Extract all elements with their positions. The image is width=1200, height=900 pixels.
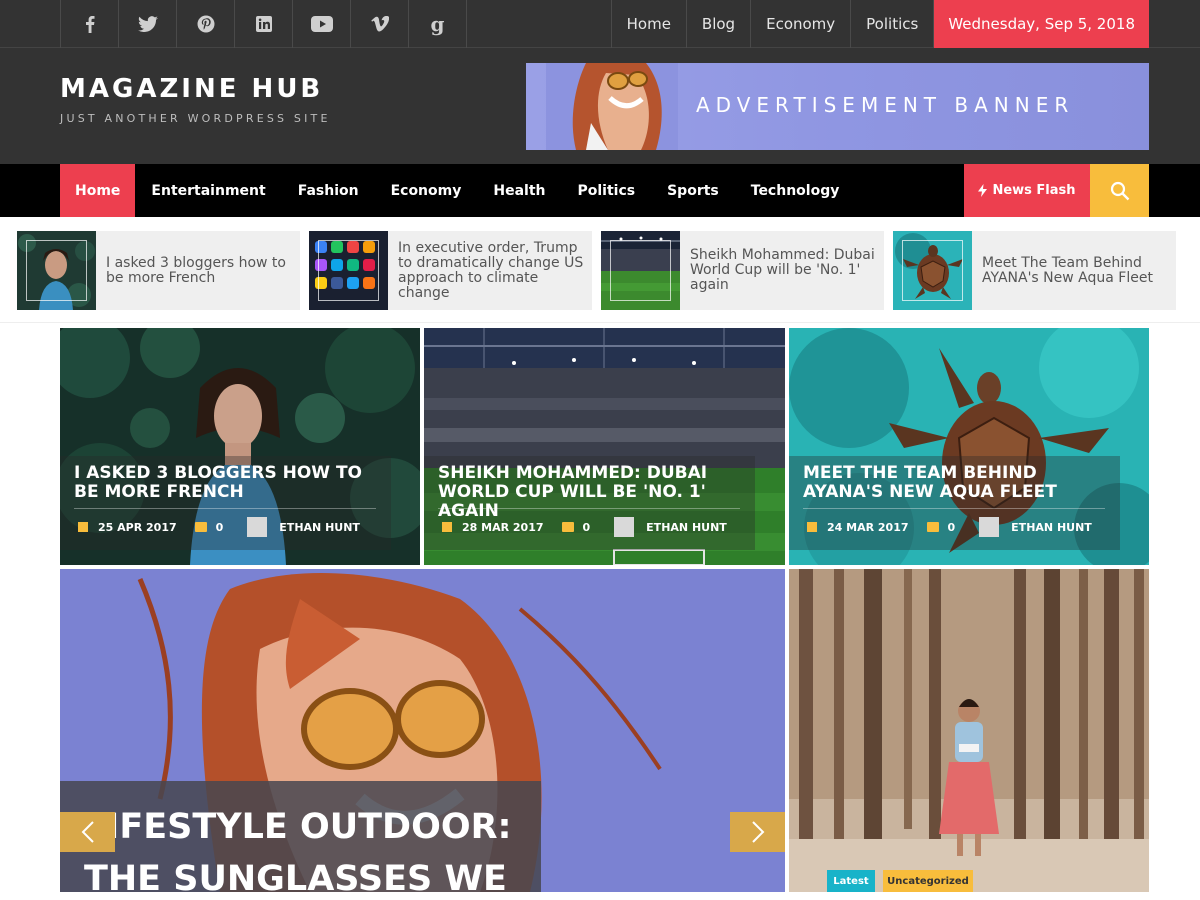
post-date: 28 MAR 2017 (462, 520, 544, 534)
nav-item-health[interactable]: Health (477, 164, 561, 217)
avatar (979, 517, 1000, 537)
top-bar: g Home Blog Economy Politics Wednesday, … (0, 0, 1200, 48)
site-title[interactable]: MAGAZINE HUB (60, 74, 323, 104)
post-author[interactable]: ETHAN HUNT (646, 521, 727, 534)
calendar-icon (442, 522, 452, 532)
nav-item-technology[interactable]: Technology (735, 164, 856, 217)
slider-prev-button[interactable] (60, 812, 115, 852)
news-flash-label: News Flash (992, 183, 1076, 198)
calendar-icon (78, 522, 88, 532)
chevron-left-icon (81, 821, 94, 843)
news-flash-button[interactable]: News Flash (964, 164, 1090, 217)
post-title[interactable]: SHEIKH MOHAMMED: DUBAI WORLD CUP WILL BE… (438, 464, 738, 521)
ticker-title: I asked 3 bloggers how to be more French (106, 254, 286, 286)
top-link-blog[interactable]: Blog (687, 0, 752, 48)
ticker-thumbnail (601, 231, 680, 310)
post-caption: MEET THE TEAM BEHIND AYANA'S NEW AQUA FL… (789, 456, 1120, 550)
news-ticker: I asked 3 bloggers how to be more French… (0, 217, 1200, 323)
ticker-item[interactable]: In executive order, Trump to dramaticall… (309, 231, 592, 310)
slider-next-button[interactable] (730, 812, 785, 852)
featured-post-2[interactable]: SHEIKH MOHAMMED: DUBAI WORLD CUP WILL BE… (424, 328, 785, 565)
current-date: Wednesday, Sep 5, 2018 (934, 0, 1149, 48)
linkedin-icon[interactable] (235, 0, 293, 48)
side-post[interactable]: Latest Uncategorized (789, 569, 1149, 892)
banner-text: ADVERTISEMENT BANNER (696, 93, 1075, 117)
nav-item-home[interactable]: Home (60, 164, 136, 217)
advertisement-banner[interactable]: ADVERTISEMENT BANNER (526, 63, 1149, 150)
post-caption: SHEIKH MOHAMMED: DUBAI WORLD CUP WILL BE… (424, 456, 755, 550)
comments-icon (926, 522, 939, 532)
nav-item-entertainment[interactable]: Entertainment (135, 164, 281, 217)
ticker-item[interactable]: Meet The Team Behind AYANA's New Aqua Fl… (893, 231, 1176, 310)
comments-icon (194, 522, 207, 532)
post-title[interactable]: MEET THE TEAM BEHIND AYANA'S NEW AQUA FL… (803, 464, 1103, 502)
featured-post-1[interactable]: I ASKED 3 BLOGGERS HOW TO BE MORE FRENCH… (60, 328, 420, 565)
nav-item-sports[interactable]: Sports (651, 164, 735, 217)
lightning-icon (978, 184, 988, 197)
ticker-thumbnail (893, 231, 972, 310)
ticker-title: Meet The Team Behind AYANA's New Aqua Fl… (982, 254, 1153, 286)
comment-count[interactable]: 0 (583, 521, 591, 534)
avatar (247, 517, 268, 537)
side-image-woman-forest (789, 569, 1149, 892)
ticker-item[interactable]: Sheikh Mohammed: Dubai World Cup will be… (601, 231, 884, 310)
comments-icon (561, 522, 574, 532)
facebook-icon[interactable] (61, 0, 119, 48)
comment-count[interactable]: 0 (948, 521, 956, 534)
slider-caption: LIFESTYLE OUTDOOR: THE SUNGLASSES WE (60, 781, 541, 892)
vimeo-icon[interactable] (351, 0, 409, 48)
ticker-thumbnail (309, 231, 388, 310)
slider-title[interactable]: LIFESTYLE OUTDOOR: THE SUNGLASSES WE (84, 801, 524, 892)
post-date: 25 APR 2017 (98, 520, 177, 534)
search-button[interactable] (1090, 164, 1149, 217)
nav-item-fashion[interactable]: Fashion (282, 164, 375, 217)
tag-uncategorized[interactable]: Uncategorized (883, 870, 973, 892)
post-date: 24 MAR 2017 (827, 520, 909, 534)
avatar (614, 517, 635, 537)
ticker-title: In executive order, Trump to dramaticall… (398, 239, 584, 301)
search-icon (1110, 181, 1129, 200)
youtube-icon[interactable] (293, 0, 351, 48)
banner-woman-image (546, 63, 678, 150)
google-icon[interactable]: g (409, 0, 467, 48)
top-link-home[interactable]: Home (612, 0, 687, 48)
top-link-economy[interactable]: Economy (751, 0, 852, 48)
twitter-icon[interactable] (119, 0, 177, 48)
post-title[interactable]: I ASKED 3 BLOGGERS HOW TO BE MORE FRENCH (74, 464, 374, 502)
tag-latest[interactable]: Latest (827, 870, 875, 892)
hero-slider[interactable]: LIFESTYLE OUTDOOR: THE SUNGLASSES WE (60, 569, 785, 892)
nav-item-politics[interactable]: Politics (561, 164, 651, 217)
ticker-thumbnail (17, 231, 96, 310)
site-tagline: JUST ANOTHER WORDPRESS SITE (60, 112, 331, 125)
post-meta: 24 MAR 2017 0 ETHAN HUNT (807, 517, 1092, 537)
pinterest-icon[interactable] (177, 0, 235, 48)
main-nav: Home Entertainment Fashion Economy Healt… (0, 164, 1200, 217)
ticker-item[interactable]: I asked 3 bloggers how to be more French (17, 231, 300, 310)
post-meta: 25 APR 2017 0 ETHAN HUNT (78, 517, 360, 537)
post-meta: 28 MAR 2017 0 ETHAN HUNT (442, 517, 727, 537)
top-link-politics[interactable]: Politics (851, 0, 935, 48)
chevron-right-icon (751, 821, 764, 843)
ticker-title: Sheikh Mohammed: Dubai World Cup will be… (690, 247, 875, 293)
nav-item-economy[interactable]: Economy (375, 164, 478, 217)
featured-post-3[interactable]: MEET THE TEAM BEHIND AYANA'S NEW AQUA FL… (789, 328, 1149, 565)
post-author[interactable]: ETHAN HUNT (279, 521, 360, 534)
top-links: Home Blog Economy Politics Wednesday, Se… (610, 0, 1149, 48)
post-caption: I ASKED 3 BLOGGERS HOW TO BE MORE FRENCH… (60, 456, 391, 550)
post-author[interactable]: ETHAN HUNT (1011, 521, 1092, 534)
social-links: g (60, 0, 467, 48)
site-header: MAGAZINE HUB JUST ANOTHER WORDPRESS SITE… (0, 48, 1200, 164)
comment-count[interactable]: 0 (216, 521, 224, 534)
calendar-icon (807, 522, 817, 532)
